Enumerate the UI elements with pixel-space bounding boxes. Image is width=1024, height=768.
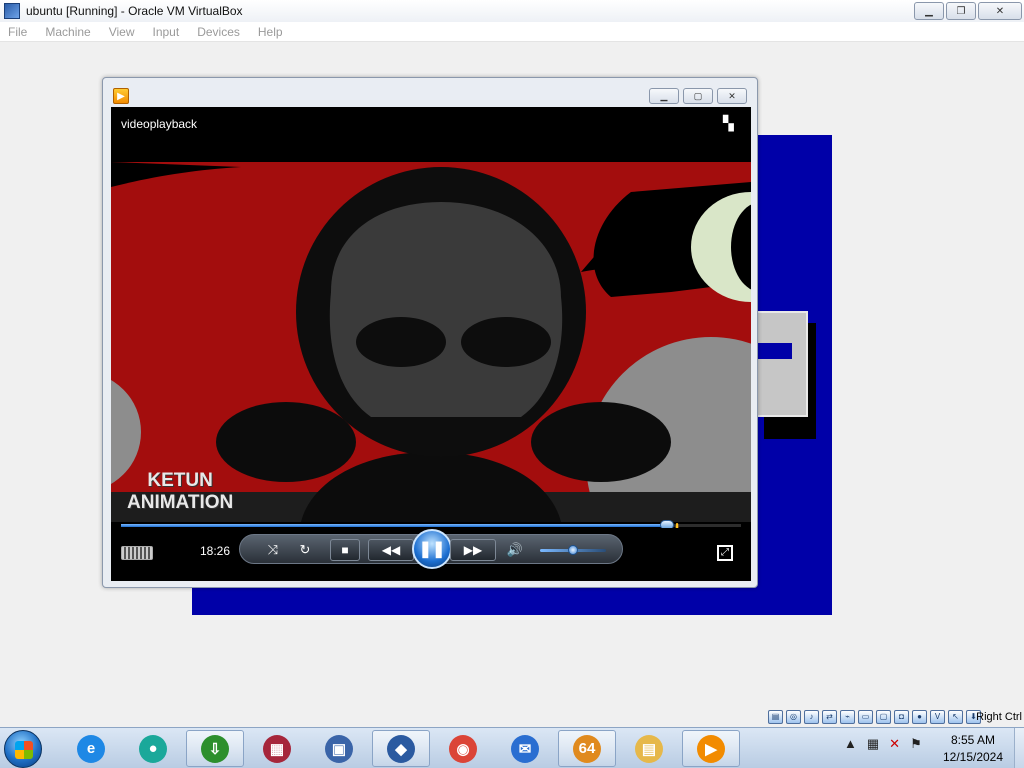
dialog-highlight — [756, 343, 792, 359]
seek-bar-progress — [121, 524, 667, 527]
teams-icon: ● — [139, 734, 167, 763]
mouse-integration-icon[interactable]: ↖ — [948, 710, 963, 724]
stop-button[interactable]: ■ — [330, 539, 360, 561]
media-player-window: ▶ ▁ ▢ ✕ videoplayback ▚ KETUN ANIMATION … — [102, 77, 758, 588]
restore-button[interactable]: ❐ — [946, 2, 976, 20]
window-title: ubuntu [Running] - Oracle VM VirtualBox — [26, 4, 243, 18]
video-frame: KETUN ANIMATION — [111, 162, 751, 522]
virtualbox-titlebar: ubuntu [Running] - Oracle VM VirtualBox … — [0, 0, 1024, 22]
network-icon[interactable]: ⇄ — [822, 710, 837, 724]
taskbar-app-remote-desktop[interactable]: ▣ — [310, 730, 368, 767]
start-button[interactable] — [4, 730, 42, 768]
video-area[interactable]: videoplayback ▚ KETUN ANIMATION 18:26 ⤨ … — [111, 107, 751, 581]
taskbar-app-windows-media-player[interactable]: ▶ — [682, 730, 740, 767]
previous-button[interactable]: ◀◀ — [368, 539, 414, 561]
menu-input[interactable]: Input — [153, 25, 180, 39]
taskbar-app-thunderbird[interactable]: ✉ — [496, 730, 554, 767]
menu-file[interactable]: File — [8, 25, 27, 39]
volume-muted-tray-icon[interactable]: ✕ — [889, 736, 900, 752]
windows-logo-icon — [15, 741, 33, 759]
video-title: videoplayback — [121, 117, 198, 131]
elapsed-time: 18:26 — [200, 544, 231, 558]
menu-help[interactable]: Help — [258, 25, 283, 39]
close-button[interactable]: ✕ — [978, 2, 1022, 20]
shuffle-button[interactable]: ⤨ — [264, 541, 282, 559]
taskbar-app-internet-explorer[interactable]: e — [62, 730, 120, 767]
library-button[interactable] — [121, 546, 153, 560]
menu-view[interactable]: View — [109, 25, 135, 39]
taskbar-app-chrome[interactable]: ◉ — [434, 730, 492, 767]
watermark-line-2: ANIMATION — [127, 492, 234, 513]
audio-icon[interactable]: ♪ — [804, 710, 819, 724]
pause-button[interactable]: ❚❚ — [412, 529, 452, 569]
seek-bar[interactable] — [121, 520, 741, 530]
optical-drive-icon[interactable]: ◎ — [786, 710, 801, 724]
fullscreen-button[interactable]: ⤢ — [717, 545, 733, 561]
hard-disk-icon[interactable]: ▤ — [768, 710, 783, 724]
action-center-flag-icon[interactable]: ⚑ — [910, 736, 922, 752]
video-capture-icon[interactable]: ◘ — [894, 710, 909, 724]
usb-icon[interactable]: ⌁ — [840, 710, 855, 724]
guest-dialog — [756, 311, 808, 417]
media-player-icon: ▶ — [113, 88, 129, 104]
watermark-line-1: KETUN — [147, 470, 213, 491]
minimize-button[interactable]: ▁ — [914, 2, 944, 20]
menu-machine[interactable]: Machine — [45, 25, 90, 39]
transport-pill: ⤨ ↻ ■ ◀◀ ❚❚ ▶▶ 🔊 — [239, 529, 623, 569]
mute-button[interactable]: 🔊 — [506, 541, 524, 559]
player-maximize-button[interactable]: ▢ — [683, 88, 713, 104]
taskbar-clock[interactable]: 8:55 AM 12/15/2024 — [938, 732, 1008, 766]
taskbar-app-internet-download-manager[interactable]: ⇩ — [186, 730, 244, 767]
chrome-icon: ◉ — [449, 734, 477, 763]
media-player-titlebar[interactable]: ▶ ▁ ▢ ✕ — [103, 78, 757, 106]
display-icon[interactable]: ▢ — [876, 710, 891, 724]
system-tray: ▲ ▦ ✕ ⚑ — [844, 736, 922, 752]
volume-thumb[interactable] — [568, 545, 578, 555]
network-tray-icon[interactable]: ▦ — [867, 736, 879, 752]
thunderbird-icon: ✉ — [511, 734, 539, 763]
shared-folders-icon[interactable]: ▭ — [858, 710, 873, 724]
clock-date: 12/15/2024 — [942, 750, 1004, 764]
player-minimize-button[interactable]: ▁ — [649, 88, 679, 104]
next-button[interactable]: ▶▶ — [450, 539, 496, 561]
64-bit-app-icon: 64 — [573, 734, 601, 763]
virtualbox-icon: ◆ — [387, 734, 415, 763]
recording-icon[interactable]: ● — [912, 710, 927, 724]
cpu-icon[interactable]: V — [930, 710, 945, 724]
virtualbox-menubar: File Machine View Input Devices Help — [0, 22, 1024, 42]
virtualbox-icon — [4, 3, 20, 19]
playback-controls: 18:26 ⤨ ↻ ■ ◀◀ ❚❚ ▶▶ 🔊 ⤢ — [111, 528, 751, 581]
menu-devices[interactable]: Devices — [197, 25, 240, 39]
player-close-button[interactable]: ✕ — [717, 88, 747, 104]
volume-slider[interactable] — [540, 545, 606, 555]
switch-to-library-icon[interactable]: ▚ — [723, 115, 741, 131]
taskbar-app-winrar[interactable]: ▦ — [248, 730, 306, 767]
file-explorer-icon: ▤ — [635, 734, 663, 763]
taskbar-app-teams[interactable]: ● — [124, 730, 182, 767]
taskbar-app-virtualbox[interactable]: ◆ — [372, 730, 430, 767]
taskbar: e ● ⇩ ▦ ▣ ◆ ◉ ✉ 64 ▤ ▶ ▲ ▦ ✕ ⚑ 8:55 AM 12/15/2024 — [0, 727, 1024, 768]
remote-desktop-icon: ▣ — [325, 734, 353, 763]
host-key-label: Right Ctrl — [976, 711, 1022, 723]
taskbar-app-64-bit-app[interactable]: 64 — [558, 730, 616, 767]
show-desktop-button[interactable] — [1014, 728, 1024, 768]
windows-media-player-icon: ▶ — [697, 734, 725, 763]
internet-download-manager-icon: ⇩ — [201, 734, 229, 763]
winrar-icon: ▦ — [263, 734, 291, 763]
video-image — [111, 162, 751, 522]
taskbar-app-file-explorer[interactable]: ▤ — [620, 730, 678, 767]
internet-explorer-icon: e — [77, 734, 105, 763]
show-hidden-icons[interactable]: ▲ — [844, 736, 857, 752]
repeat-button[interactable]: ↻ — [296, 541, 314, 559]
virtualbox-statusbar: ▤ ◎ ♪ ⇄ ⌁ ▭ ▢ ◘ ● V ↖ ⬇ Right Ctrl — [0, 707, 1024, 727]
clock-time: 8:55 AM — [950, 733, 996, 747]
video-watermark: KETUN ANIMATION — [127, 470, 233, 514]
